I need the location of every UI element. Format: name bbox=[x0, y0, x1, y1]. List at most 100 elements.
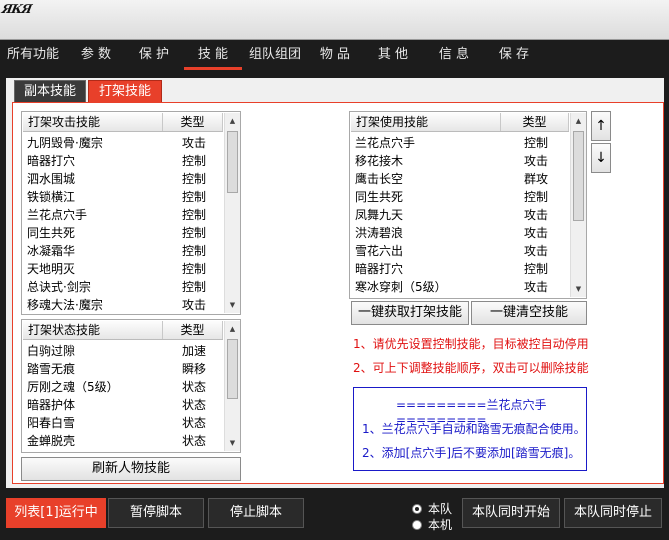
list-item[interactable]: 总诀式·剑宗 控制 bbox=[24, 278, 224, 296]
scroll-thumb[interactable] bbox=[573, 131, 584, 221]
list-item[interactable]: 暗器打穴 控制 bbox=[24, 152, 224, 170]
list-item[interactable]: 铁锁横江 控制 bbox=[24, 188, 224, 206]
state-skills-list[interactable]: 打架状态技能 类型 白驹过隙 加速 踏雪无痕 瞬移 厉刚之魂（5级） 状态 暗器护体状… bbox=[21, 319, 241, 453]
use-col-type[interactable]: 类型 bbox=[501, 113, 569, 131]
scroll-down-arrow-icon[interactable]: ▼ bbox=[571, 281, 586, 297]
skill-name: 暗器打穴 bbox=[355, 262, 404, 276]
list-item[interactable]: 天地明灭 控制 bbox=[24, 260, 224, 278]
tab-fight-skills[interactable]: 打架技能 bbox=[88, 80, 162, 104]
list-item[interactable]: 雪花六出 攻击 bbox=[352, 242, 570, 260]
menu-all-functions[interactable]: 所有功能 bbox=[0, 40, 66, 70]
skill-name: 阳春白雪 bbox=[27, 416, 76, 430]
skill-type: 状态 bbox=[181, 398, 206, 412]
list-item[interactable]: 兰花点穴手 控制 bbox=[352, 134, 570, 152]
skill-type: 控制 bbox=[181, 154, 206, 168]
fetch-fight-skills-button[interactable]: 一键获取打架技能 bbox=[351, 301, 469, 325]
state-col-name[interactable]: 打架状态技能 bbox=[23, 321, 163, 339]
menu-save[interactable]: 保 存 bbox=[484, 40, 544, 70]
move-up-button[interactable]: ↑ bbox=[591, 111, 611, 141]
skill-type: 状态 bbox=[181, 380, 206, 394]
skill-type: 控制 bbox=[181, 262, 206, 276]
note-reorder: 2、可上下调整技能顺序，双击可以删除技能 bbox=[353, 361, 589, 375]
list-item[interactable]: 九阴毁骨·魔宗 攻击 bbox=[24, 134, 224, 152]
skill-type: 攻击 bbox=[523, 280, 548, 294]
refresh-skills-button[interactable]: 刷新人物技能 bbox=[21, 457, 241, 481]
tab-dungeon-skills[interactable]: 副本技能 bbox=[14, 80, 86, 104]
skill-name: 兰花点穴手 bbox=[27, 208, 88, 222]
menu-info[interactable]: 信 息 bbox=[424, 40, 484, 70]
scroll-thumb[interactable] bbox=[227, 131, 238, 193]
move-down-button[interactable]: ↓ bbox=[591, 143, 611, 173]
list-item[interactable]: 移魂大法·魔宗 攻击 bbox=[24, 296, 224, 314]
skill-name: 凤舞九天 bbox=[355, 208, 404, 222]
list-item[interactable]: 泗水围城 控制 bbox=[24, 170, 224, 188]
team-start-button[interactable]: 本队同时开始 bbox=[462, 498, 560, 528]
skill-name: 白驹过隙 bbox=[27, 344, 76, 358]
state-list-scrollbar[interactable]: ▲ ▼ bbox=[224, 321, 240, 451]
skill-type: 控制 bbox=[181, 226, 206, 240]
title-bar: ЯКЯ bbox=[0, 0, 669, 40]
attack-col-type[interactable]: 类型 bbox=[163, 113, 223, 131]
radio-team[interactable]: 本队 bbox=[412, 500, 452, 517]
skill-type: 控制 bbox=[181, 208, 206, 222]
radio-machine[interactable]: 本机 bbox=[412, 516, 452, 533]
menu-team[interactable]: 组队组团 bbox=[244, 40, 306, 70]
list-item[interactable]: 洪涛碧浪 攻击 bbox=[352, 224, 570, 242]
list-item[interactable]: 兰花点穴手 控制 bbox=[24, 206, 224, 224]
list-item[interactable]: 踏雪无痕 瞬移 bbox=[24, 360, 224, 378]
list-item[interactable]: 移花接木 攻击 bbox=[352, 152, 570, 170]
pause-script-button[interactable]: 暂停脚本 bbox=[108, 498, 204, 528]
scroll-down-arrow-icon[interactable]: ▼ bbox=[225, 435, 240, 451]
list-item[interactable]: 阳春白雪 状态 bbox=[24, 414, 224, 432]
skill-name: 兰花点穴手 bbox=[355, 136, 416, 150]
list-item[interactable]: 寒冰穿刺（5级） 攻击 bbox=[352, 278, 570, 296]
skill-type: 攻击 bbox=[181, 136, 206, 150]
menu-other[interactable]: 其 他 bbox=[364, 40, 422, 70]
list-item[interactable]: 同生共死 控制 bbox=[24, 224, 224, 242]
list-item[interactable]: 同生共死 控制 bbox=[352, 188, 570, 206]
main-menu: 所有功能 参 数 保 护 技 能 组队组团 物 品 其 他 信 息 保 存 bbox=[0, 40, 669, 70]
team-stop-button[interactable]: 本队同时停止 bbox=[564, 498, 662, 528]
use-skills-list[interactable]: 打架使用技能 类型 兰花点穴手 控制 移花接木 攻击 鹰击长空 群攻 同生共死 控制 凤… bbox=[349, 111, 587, 299]
skill-type: 控制 bbox=[181, 280, 206, 294]
attack-col-name[interactable]: 打架攻击技能 bbox=[23, 113, 163, 131]
menu-items[interactable]: 物 品 bbox=[306, 40, 364, 70]
attack-list-scrollbar[interactable]: ▲ ▼ bbox=[224, 113, 240, 313]
list-item[interactable]: 冰凝霜华 控制 bbox=[24, 242, 224, 260]
skill-name: 鹰击长空 bbox=[355, 172, 404, 186]
menu-params[interactable]: 参 数 bbox=[66, 40, 126, 70]
list-running-button[interactable]: 列表[1]运行中 bbox=[6, 498, 106, 528]
scroll-up-arrow-icon[interactable]: ▲ bbox=[225, 321, 240, 337]
list-item[interactable]: 厉刚之魂（5级） 状态 bbox=[24, 378, 224, 396]
list-item[interactable]: 凤舞九天 攻击 bbox=[352, 206, 570, 224]
menu-skills[interactable]: 技 能 bbox=[184, 40, 242, 70]
use-col-name[interactable]: 打架使用技能 bbox=[351, 113, 501, 131]
scroll-up-arrow-icon[interactable]: ▲ bbox=[571, 113, 586, 129]
list-item[interactable]: 暗器护体 状态 bbox=[24, 396, 224, 414]
skill-type: 瞬移 bbox=[181, 362, 206, 376]
skill-name: 移魂大法·魔宗 bbox=[27, 298, 103, 312]
scroll-down-arrow-icon[interactable]: ▼ bbox=[225, 297, 240, 313]
list-item[interactable]: 暗器打穴 控制 bbox=[352, 260, 570, 278]
skill-type: 状态 bbox=[181, 434, 206, 448]
use-list-header: 打架使用技能 类型 bbox=[351, 113, 569, 132]
list-item[interactable]: 金蝉脱壳 状态 bbox=[24, 432, 224, 450]
stop-script-button[interactable]: 停止脚本 bbox=[208, 498, 304, 528]
skill-name: 寒冰穿刺（5级） bbox=[355, 280, 447, 294]
list-item[interactable]: 鹰击长空 群攻 bbox=[352, 170, 570, 188]
radio-machine-dot bbox=[412, 519, 422, 530]
scroll-thumb[interactable] bbox=[227, 339, 238, 399]
clear-skills-button[interactable]: 一键清空技能 bbox=[471, 301, 587, 325]
skill-type: 攻击 bbox=[523, 154, 548, 168]
use-list-scrollbar[interactable]: ▲ ▼ bbox=[570, 113, 586, 297]
content-area: 副本技能 打架技能 打架攻击技能 类型 九阴毁骨·魔宗 攻击 暗器打穴 控制 泗水围… bbox=[6, 78, 664, 488]
list-item[interactable]: 白驹过隙 加速 bbox=[24, 342, 224, 360]
info-line-2: 2、添加[点穴手]后不要添加[踏雪无痕]。 bbox=[362, 446, 581, 460]
menu-protect[interactable]: 保 护 bbox=[126, 40, 182, 70]
state-list-rows: 白驹过隙 加速 踏雪无痕 瞬移 厉刚之魂（5级） 状态 暗器护体 状态 阳春白雪 状态 金… bbox=[24, 342, 224, 450]
attack-skills-list[interactable]: 打架攻击技能 类型 九阴毁骨·魔宗 攻击 暗器打穴 控制 泗水围城 控制 铁锁横江 控制… bbox=[21, 111, 241, 315]
skill-type: 控制 bbox=[523, 190, 548, 204]
app-logo: ЯКЯ bbox=[0, 2, 33, 16]
scroll-up-arrow-icon[interactable]: ▲ bbox=[225, 113, 240, 129]
state-col-type[interactable]: 类型 bbox=[163, 321, 223, 339]
